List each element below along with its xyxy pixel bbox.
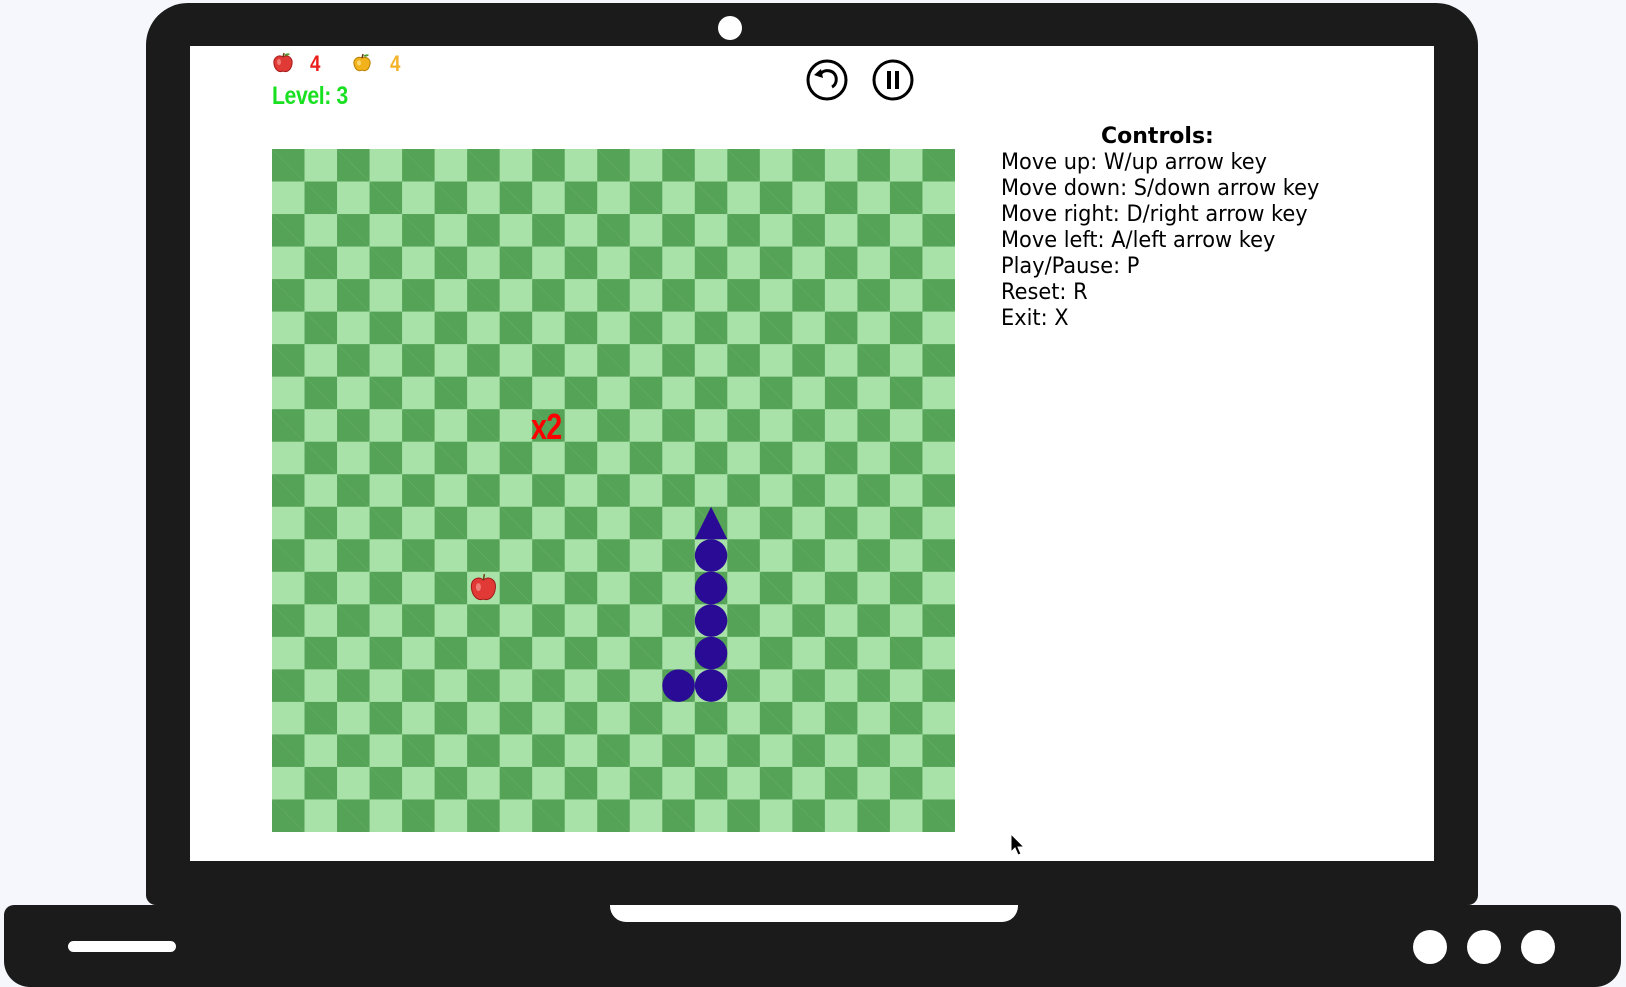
base-dot <box>1521 930 1555 964</box>
control-move-left: Move left: A/left arrow key <box>1001 228 1276 253</box>
snake-segment <box>694 571 728 605</box>
red-apple-icon <box>273 52 293 73</box>
control-move-right: Move right: D/right arrow key <box>1001 202 1308 227</box>
golden-apple-count: 4 <box>390 51 401 76</box>
control-reset: Reset: R <box>1001 280 1088 305</box>
game-board[interactable]: x2 <box>272 149 1026 856</box>
board-layer <box>470 506 728 702</box>
game-window: 4 4 Level: 3 x2 Controls: Move up: W/up … <box>190 46 1434 861</box>
control-move-down: Move down: S/down arrow key <box>1001 176 1320 201</box>
laptop-mockup: 4 4 Level: 3 x2 Controls: Move up: W/up … <box>0 0 1626 987</box>
controls-list: Move up: W/up arrow key Move down: S/dow… <box>1001 150 1336 332</box>
laptop-base <box>4 905 1621 987</box>
trackpad-slot <box>68 941 176 952</box>
snake-segment <box>694 669 728 702</box>
hinge-notch <box>610 905 1018 922</box>
snake-segment <box>694 604 728 637</box>
mouse-cursor-icon <box>1010 833 1026 856</box>
control-exit: Exit: X <box>1001 306 1069 331</box>
control-play-pause: Play/Pause: P <box>1001 254 1140 279</box>
snake-segment <box>694 636 728 670</box>
control-move-up: Move up: W/up arrow key <box>1001 150 1268 175</box>
score-multiplier: x2 <box>531 406 562 448</box>
base-dot <box>1413 930 1447 964</box>
snake-head <box>694 506 728 540</box>
pause-button[interactable] <box>872 59 914 101</box>
apple-pickup <box>470 573 496 601</box>
golden-apple-icon <box>353 53 371 72</box>
base-dot <box>1467 930 1501 964</box>
level-indicator: Level: 3 <box>272 82 348 110</box>
webcam <box>718 16 742 40</box>
reset-button[interactable] <box>806 59 848 101</box>
snake-segment <box>662 669 695 702</box>
apple-count: 4 <box>310 51 321 76</box>
controls-title: Controls: <box>1101 124 1214 149</box>
snake-segment <box>694 539 728 572</box>
pause-icon <box>872 59 914 101</box>
circular-arrow-icon <box>806 59 848 101</box>
